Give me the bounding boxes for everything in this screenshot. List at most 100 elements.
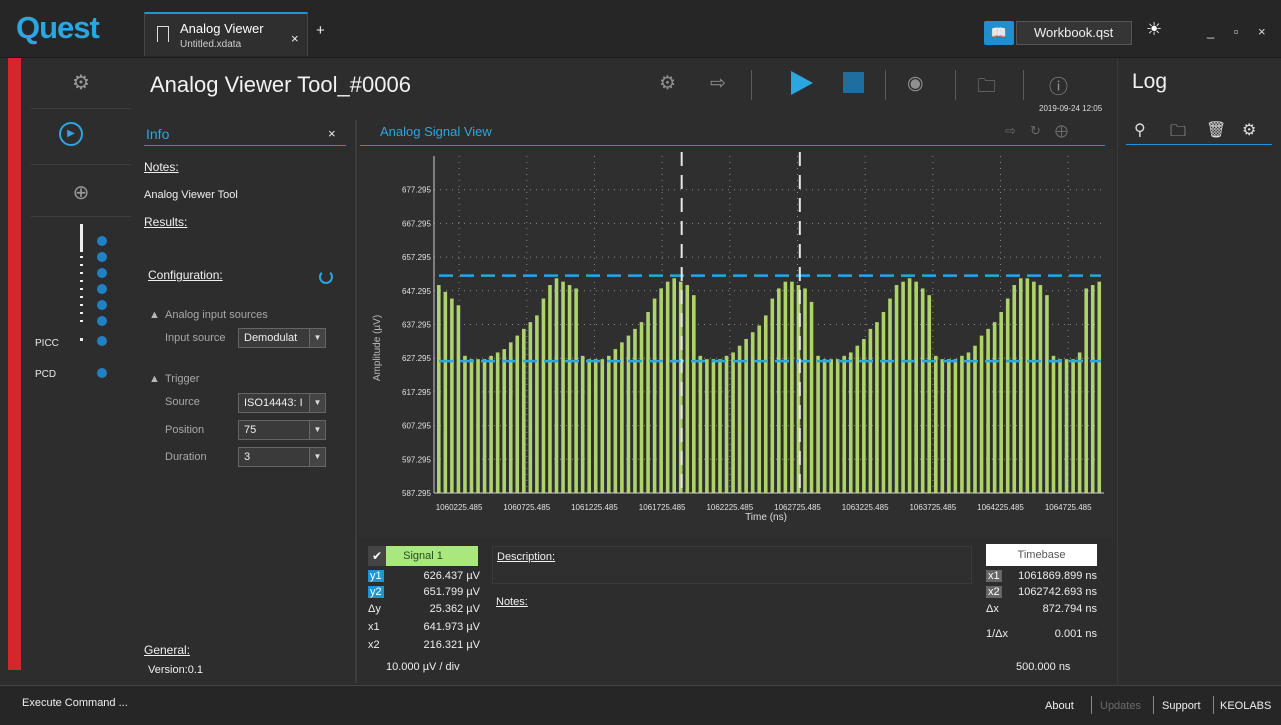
- y-tick-label: 657.295: [402, 253, 431, 262]
- eye-icon[interactable]: ◉: [907, 72, 924, 95]
- signal-bar: [718, 359, 722, 493]
- signal-bar: [1012, 285, 1017, 493]
- updates-link[interactable]: Updates: [1100, 700, 1141, 712]
- play-button[interactable]: [791, 71, 813, 95]
- results-label: Results:: [144, 215, 188, 229]
- y-tick-label: 647.295: [402, 287, 431, 296]
- measurement-row: x2 216.321 µV: [368, 639, 480, 655]
- settings-gear-icon[interactable]: ⚙: [659, 72, 676, 95]
- measurement-key: Δy: [368, 603, 381, 615]
- new-tab-button[interactable]: +: [316, 22, 325, 39]
- channel-dot[interactable]: [97, 252, 107, 262]
- channel-dot[interactable]: [97, 284, 107, 294]
- y-tick-label: 587.295: [402, 489, 431, 498]
- duration-select[interactable]: 3 ▼: [238, 447, 326, 467]
- reset-icon[interactable]: ↻: [1030, 123, 1041, 139]
- level-tick: [80, 288, 83, 290]
- zoom-fit-icon[interactable]: ⨁: [1055, 123, 1068, 139]
- brightness-icon[interactable]: ☀: [1146, 19, 1162, 40]
- analog-signal-view: Analog Signal View ⇨ ↻ ⨁ 587.295 597.295 6…: [358, 114, 1115, 685]
- signal-bar: [437, 285, 441, 493]
- info-close-icon[interactable]: ×: [328, 126, 336, 141]
- description-label: Description:: [497, 551, 556, 563]
- chevron-down-icon: ▼: [309, 421, 325, 439]
- support-link[interactable]: Support: [1162, 700, 1201, 712]
- workbook-button[interactable]: Workbook.qst: [1016, 21, 1132, 45]
- position-select[interactable]: 75 ▼: [238, 420, 326, 440]
- signal-bar: [992, 322, 997, 493]
- keolabs-link[interactable]: KEOLABS: [1220, 700, 1271, 712]
- search-icon[interactable]: ⚲: [1134, 120, 1146, 140]
- about-link[interactable]: About: [1045, 700, 1074, 712]
- signal-bar: [672, 278, 677, 493]
- source-select[interactable]: ISO14443: I ▼: [238, 393, 326, 413]
- gear-icon[interactable]: ⚙: [1242, 120, 1256, 140]
- divider: [1213, 696, 1214, 714]
- play-circle-icon[interactable]: ▶: [59, 122, 83, 146]
- signal-bar: [580, 355, 585, 493]
- export-icon[interactable]: ⇨: [710, 72, 726, 95]
- channel-dot[interactable]: [97, 236, 107, 246]
- signal-name: Signal 1: [403, 550, 443, 562]
- gear-icon[interactable]: ⚙: [21, 70, 141, 95]
- signal-bar: [920, 288, 925, 493]
- timebase-row: x2 1062742.693 ns: [986, 586, 1097, 602]
- signal-bar: [829, 359, 833, 493]
- signal-bar: [1090, 285, 1095, 493]
- info-header: Info ×: [144, 120, 346, 146]
- signal-bar: [1058, 359, 1062, 493]
- channel-dot[interactable]: [97, 300, 107, 310]
- signal-bar: [495, 352, 500, 493]
- tab-close-icon[interactable]: ×: [291, 31, 299, 46]
- signal-bar: [855, 345, 860, 493]
- channel-dot[interactable]: [97, 268, 107, 278]
- source-value: ISO14443: I: [244, 397, 303, 409]
- divider: [885, 70, 886, 100]
- measurement-value: 25.362 µV: [429, 603, 480, 615]
- signal-bar: [463, 355, 467, 493]
- timebase-value: 1061869.899 ns: [1018, 570, 1097, 582]
- signal-bar: [888, 298, 892, 493]
- help-icon[interactable]: ⓘ: [1049, 72, 1068, 99]
- signal-checkbox[interactable]: ✔: [368, 546, 386, 566]
- signal-bar: [574, 288, 578, 493]
- window-controls[interactable]: _ ▫ ×: [1207, 24, 1274, 39]
- chevron-down-icon: ▼: [309, 448, 325, 466]
- tool-header: Analog Viewer Tool_#0006 ⚙ ⇨ ◉ 🗀 ⓘ 2019-…: [141, 58, 1117, 114]
- x-tick-label: 1061725.485: [639, 503, 686, 512]
- y-tick-label: 637.295: [402, 321, 431, 330]
- signal-view-header: Analog Signal View ⇨ ↻ ⨁: [360, 120, 1105, 146]
- signal-bar: [914, 281, 918, 493]
- book-icon[interactable]: 📖: [984, 21, 1014, 45]
- signal-bar: [659, 288, 663, 493]
- collapse-arrow-icon[interactable]: ▲: [149, 309, 160, 321]
- divider: [751, 70, 752, 100]
- trash-icon[interactable]: 🗑: [1206, 120, 1226, 140]
- panel-splitter[interactable]: [355, 120, 357, 683]
- y-tick-label: 597.295: [402, 455, 431, 464]
- folder-icon[interactable]: 🗀: [1170, 120, 1186, 147]
- refresh-icon[interactable]: [319, 270, 333, 284]
- picc-dot[interactable]: [97, 336, 107, 346]
- export-icon[interactable]: ⇨: [1005, 123, 1016, 139]
- left-toolbar: ⚙ ▶ ⊕ PICC PCD: [21, 58, 141, 685]
- execute-command[interactable]: Execute Command ...: [22, 697, 128, 709]
- signal-bar: [1005, 298, 1010, 493]
- stop-button[interactable]: [843, 72, 864, 93]
- tab-analog-viewer[interactable]: Analog Viewer Untitled.xdata ×: [144, 12, 308, 56]
- target-icon[interactable]: ⊕: [21, 180, 141, 205]
- input-source-value: Demodulat: [244, 332, 298, 344]
- channel-dot[interactable]: [97, 316, 107, 326]
- input-source-select[interactable]: Demodulat ▼: [238, 328, 326, 348]
- collapse-arrow-icon[interactable]: ▲: [149, 373, 160, 385]
- folder-icon[interactable]: 🗀: [977, 72, 996, 104]
- signal-bar: [685, 285, 690, 493]
- pcd-dot[interactable]: [97, 368, 107, 378]
- signal-bar: [469, 359, 474, 493]
- log-panel: Log ⚲ 🗀 🗑 ⚙: [1117, 58, 1281, 685]
- measurement-key: y1: [368, 570, 384, 582]
- analog-chart[interactable]: 587.295 597.295 607.295 617.295 627.295 637.2…: [358, 148, 1115, 538]
- description-box[interactable]: Description:: [492, 546, 972, 584]
- notes-box[interactable]: Notes:: [492, 590, 972, 685]
- signal-bar: [868, 328, 873, 493]
